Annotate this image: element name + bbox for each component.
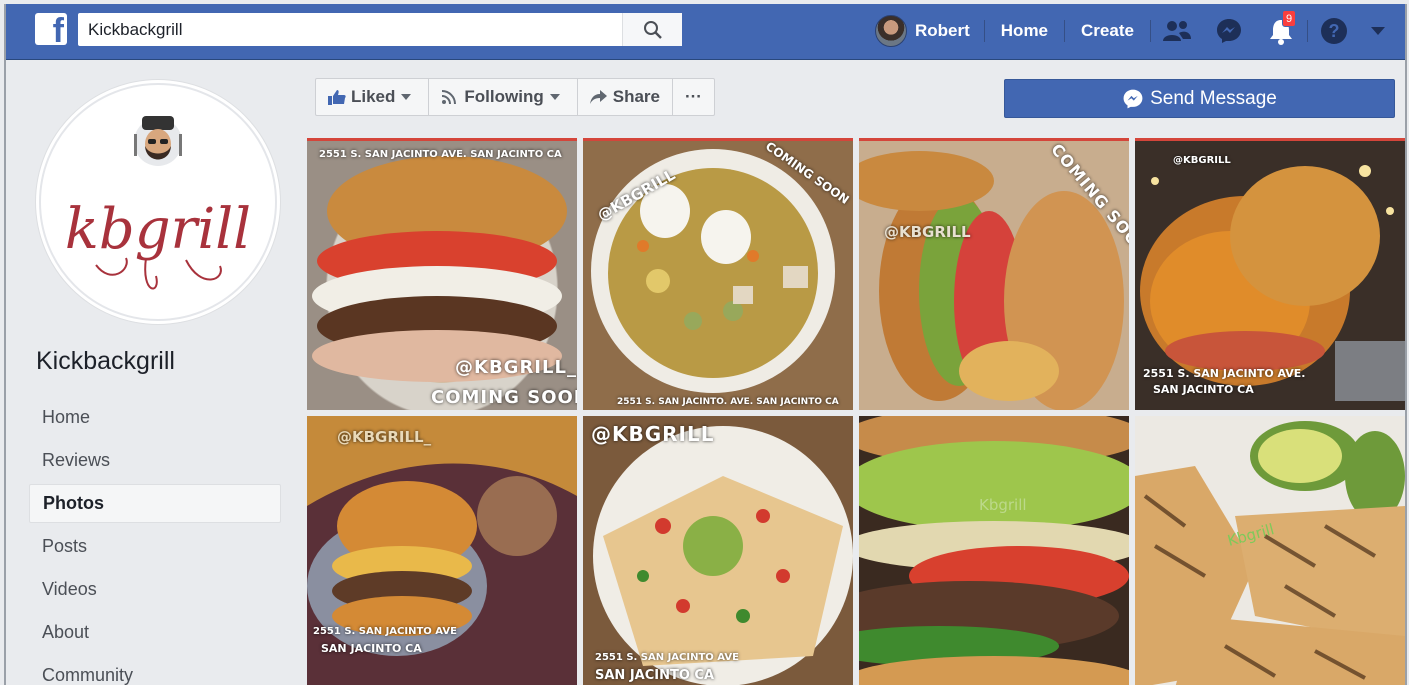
sidebar-item-reviews[interactable]: Reviews xyxy=(29,441,281,480)
create-link[interactable]: Create xyxy=(1065,21,1150,41)
home-link[interactable]: Home xyxy=(985,21,1064,41)
photo-handle: @KBGRILL_ xyxy=(455,357,577,378)
photo-handle: @KBGRILL xyxy=(591,422,715,446)
user-name: Robert xyxy=(915,21,970,40)
photo-address: 2551 S. SAN JACINTO AVE. SAN JACINTO CA xyxy=(319,149,562,160)
photo-tile[interactable]: Kbgrill xyxy=(1135,416,1405,685)
page-action-bar: Liked Following Share ··· xyxy=(315,78,715,116)
logo-text: kbgrill xyxy=(65,197,251,262)
sidebar-item-videos[interactable]: Videos xyxy=(29,570,281,609)
more-options-button[interactable]: ··· xyxy=(673,79,714,115)
photo-tile[interactable]: 2551 S. SAN JACINTO AVE. SAN JACINTO CA … xyxy=(307,138,577,410)
friends-icon xyxy=(1162,21,1191,41)
page-title[interactable]: Kickbackgrill xyxy=(36,347,175,376)
profile-link[interactable]: Robert xyxy=(871,15,984,47)
help-button[interactable]: ? xyxy=(1308,17,1360,45)
page-menu: Home Reviews Photos Posts Videos About C… xyxy=(29,398,281,685)
search-input[interactable] xyxy=(78,13,618,46)
search-button[interactable] xyxy=(622,13,682,46)
photo-tag: COMING SOON xyxy=(431,387,577,408)
avatar xyxy=(875,15,907,47)
photo-address: SAN JACINTO CA xyxy=(321,642,422,655)
account-menu-button[interactable] xyxy=(1360,26,1396,36)
share-label: Share xyxy=(612,87,660,106)
photo-handle: @KBGRILL xyxy=(1173,155,1231,166)
photo-grid: 2551 S. SAN JACINTO AVE. SAN JACINTO CA … xyxy=(307,138,1405,685)
messenger-icon xyxy=(1123,89,1143,108)
question-icon: ? xyxy=(1320,18,1347,44)
svg-text:?: ? xyxy=(1328,21,1339,41)
photo-address: SAN JACINTO CA xyxy=(1153,383,1254,396)
send-message-label: Send Message xyxy=(1150,87,1277,109)
caret-down-icon xyxy=(1370,27,1385,35)
liked-button[interactable]: Liked xyxy=(316,79,430,115)
rss-icon xyxy=(442,90,457,105)
photo-tile[interactable]: @KBGRILL 2551 S. SAN JACINTO AVE. SAN JA… xyxy=(1135,138,1405,410)
sidebar-item-posts[interactable]: Posts xyxy=(29,527,281,566)
photo-handle: Kbgrill xyxy=(979,496,1027,514)
photo-address: 2551 S. SAN JACINTO AVE xyxy=(595,652,739,663)
photo-address: SAN JACINTO CA xyxy=(595,668,715,683)
page-sidebar: kbgrill Kickbackgrill Home Reviews Photo… xyxy=(6,60,296,685)
search-box xyxy=(78,13,682,46)
following-label: Following xyxy=(464,87,544,106)
quesadilla-photo xyxy=(583,416,853,685)
burger-photo xyxy=(859,416,1129,685)
photo-tile[interactable]: @KBGRILL 2551 S. SAN JACINTO AVE SAN JAC… xyxy=(583,416,853,685)
photo-address: 2551 S. SAN JACINTO AVE xyxy=(313,626,457,637)
sidebar-item-home[interactable]: Home xyxy=(29,398,281,437)
more-icon: ··· xyxy=(684,87,702,106)
top-navigation-bar: f Robert Home Create xyxy=(6,4,1405,60)
chicken-photo xyxy=(1135,416,1405,685)
photo-address: 2551 S. SAN JACINTO AVE. xyxy=(1143,367,1306,380)
search-icon xyxy=(643,20,662,39)
facebook-logo[interactable]: f xyxy=(35,13,67,45)
notification-badge: 9 xyxy=(1281,10,1297,27)
top-nav: Robert Home Create 9 ? xyxy=(871,10,1396,49)
share-button[interactable]: Share xyxy=(578,79,673,115)
kbgrill-logo: kbgrill xyxy=(39,83,277,321)
liked-label: Liked xyxy=(351,87,396,106)
photo-handle: @KBGRILL xyxy=(884,223,971,241)
photo-tile[interactable]: @KBGRILL COMING SOON 2551 S. SAN JACINTO… xyxy=(583,138,853,410)
caret-down-icon xyxy=(549,94,560,100)
following-button[interactable]: Following xyxy=(429,79,578,115)
photo-address: 2551 S. SAN JACINTO. AVE. SAN JACINTO CA xyxy=(617,397,839,407)
thumbs-up-icon xyxy=(328,90,346,105)
messenger-icon xyxy=(1216,19,1241,43)
share-arrow-icon xyxy=(589,90,607,104)
main-content: Liked Following Share ··· Send Message 2… xyxy=(301,60,1405,685)
notifications-button[interactable]: 9 xyxy=(1255,10,1307,45)
send-message-button[interactable]: Send Message xyxy=(1004,79,1395,118)
messenger-button[interactable] xyxy=(1203,17,1255,45)
sidebar-item-photos[interactable]: Photos xyxy=(29,484,281,523)
page-profile-picture[interactable]: kbgrill xyxy=(36,80,280,324)
friend-requests-button[interactable] xyxy=(1151,19,1203,43)
browser-frame: f Robert Home Create xyxy=(4,4,1407,685)
caret-down-icon xyxy=(401,94,412,100)
photo-tile[interactable]: Kbgrill xyxy=(859,416,1129,685)
photo-handle: @KBGRILL_ xyxy=(337,428,432,446)
sidebar-item-community[interactable]: Community xyxy=(29,656,281,685)
photo-tile[interactable]: COMING SOON @KBGRILL xyxy=(859,138,1129,410)
sidebar-item-about[interactable]: About xyxy=(29,613,281,652)
photo-tile[interactable]: @KBGRILL_ 2551 S. SAN JACINTO AVE SAN JA… xyxy=(307,416,577,685)
